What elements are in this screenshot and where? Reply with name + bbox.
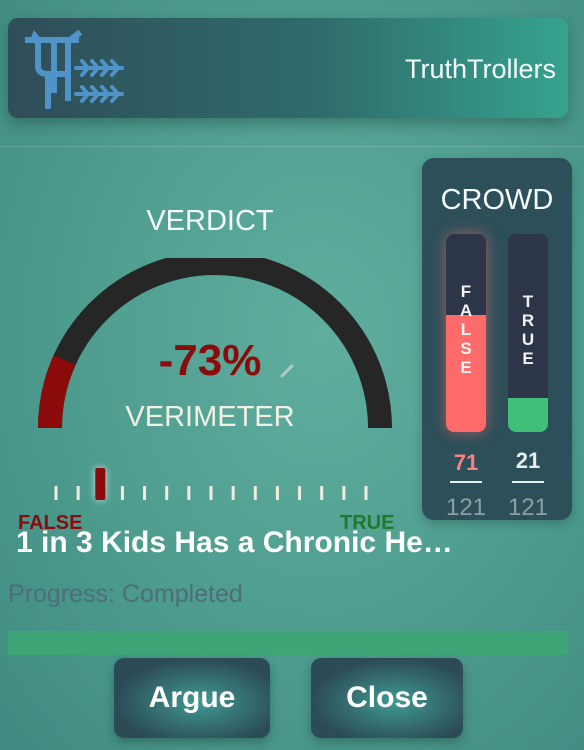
verdict-tick	[209, 486, 213, 500]
verdict-tick	[231, 486, 235, 500]
crowd-true-fill	[508, 398, 548, 432]
verimeter-label: VERIMETER	[125, 401, 295, 433]
argue-button[interactable]: Argue	[114, 658, 270, 738]
gauge-false-arc	[37, 355, 76, 429]
verdict-tick	[76, 486, 80, 500]
app-title: TruthTrollers	[404, 54, 556, 84]
verdict-tick	[120, 486, 124, 500]
close-button[interactable]: Close	[311, 658, 463, 738]
verdict-tick-scale	[54, 468, 368, 500]
crowd-false-label: FALSE	[459, 282, 473, 377]
trident-logo-icon	[25, 29, 124, 109]
verdict-tick	[165, 486, 169, 500]
header-divider	[0, 146, 584, 147]
crowd-false-count: 71	[453, 450, 479, 475]
crowd-true-total: 121	[507, 494, 549, 520]
verdict-tick	[143, 486, 147, 500]
crowd-false-total: 121	[445, 494, 487, 520]
verdict-tick	[275, 486, 279, 500]
progress-label: Progress: Completed	[8, 580, 243, 608]
verdict-tick	[298, 486, 302, 500]
crowd-panel: CROWD FALSE 71 121 TRUE 21 121	[422, 158, 572, 520]
crowd-title: CROWD	[440, 184, 554, 216]
crowd-true-divider	[512, 481, 544, 483]
crowd-false-divider	[450, 481, 482, 483]
article-headline: 1 in 3 Kids Has a Chronic He…	[16, 526, 453, 559]
crowd-false-bar: FALSE	[446, 234, 486, 432]
crowd-true-bar: TRUE	[508, 234, 548, 432]
verdict-tick	[253, 486, 257, 500]
progress-bar	[8, 631, 568, 655]
verdict-tick	[187, 486, 191, 500]
verdict-tick-marker	[95, 468, 106, 500]
verdict-tick	[320, 486, 324, 500]
verdict-tick	[54, 486, 58, 500]
crowd-true-count: 21	[515, 448, 541, 473]
app-header: TruthTrollers	[8, 18, 568, 118]
verdict-tick	[364, 486, 368, 500]
progress-bar-fill	[8, 631, 568, 655]
crowd-true-label: TRUE	[521, 292, 535, 368]
verdict-tick	[342, 486, 346, 500]
verdict-percent: -73%	[158, 336, 262, 385]
verdict-label: VERDICT	[146, 205, 274, 237]
